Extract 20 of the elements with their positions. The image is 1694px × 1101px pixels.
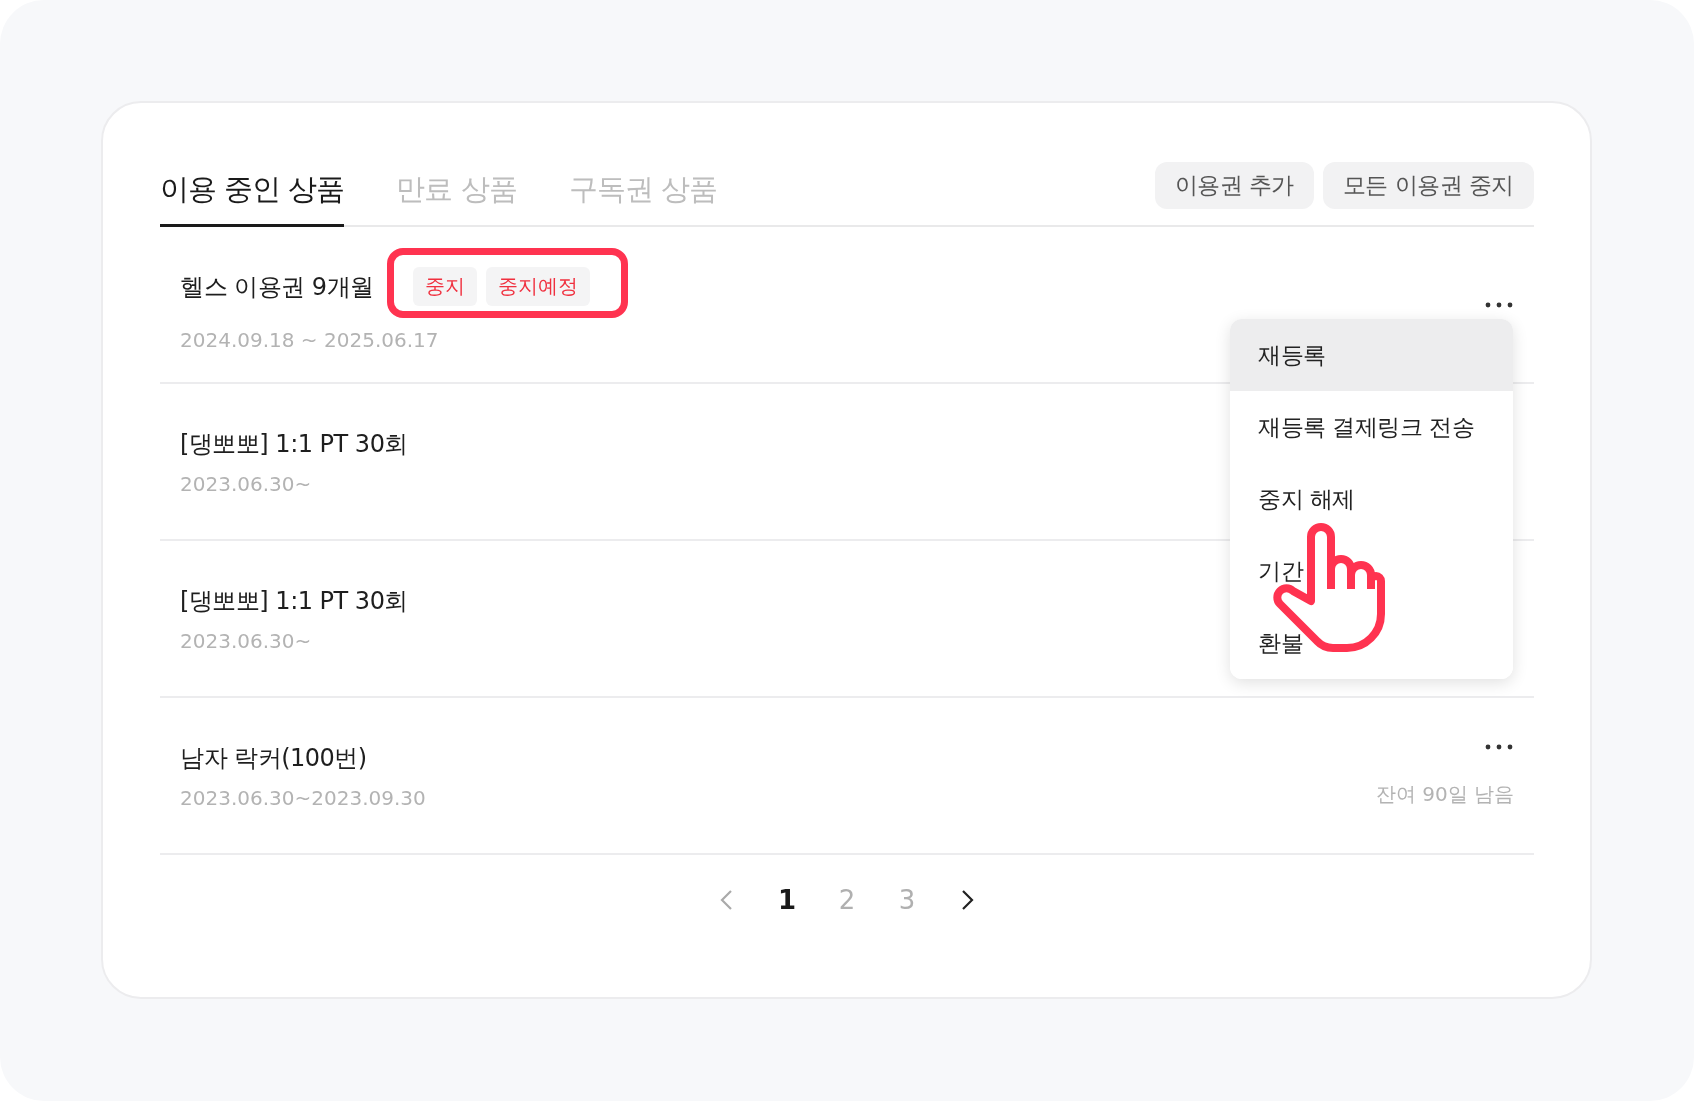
- action-button[interactable]: 모든 이용권 중지: [1322, 162, 1534, 209]
- product-name: [댕뽀뽀] 1:1 PT 30회: [180, 585, 408, 617]
- product-name: [댕뽀뽀] 1:1 PT 30회: [180, 428, 408, 460]
- action-button[interactable]: 이용권 추가: [1154, 162, 1314, 209]
- product-period: 2023.06.30~: [180, 628, 313, 653]
- page-link[interactable]: 1: [772, 885, 802, 915]
- product-period: 2024.09.18 ~ 2025.06.17: [180, 328, 440, 352]
- menu-item[interactable]: 중지 해제: [1230, 463, 1513, 535]
- status-tag: 중지예정: [485, 267, 590, 306]
- product-period: 2023.06.30~: [180, 471, 313, 496]
- more-icon[interactable]: [1484, 300, 1514, 309]
- menu-item[interactable]: 재등록 결제링크 전송: [1230, 391, 1513, 463]
- product-period: 2023.06.30~2023.09.30: [180, 785, 426, 810]
- product-name: 남자 락커(100번): [180, 742, 367, 774]
- menu-item[interactable]: 재등록: [1230, 319, 1513, 391]
- tab[interactable]: 이용 중인 상품: [160, 170, 345, 227]
- product-name: 헬스 이용권 9개월: [180, 271, 374, 303]
- more-icon[interactable]: [1484, 743, 1514, 751]
- status-tag: 중지: [412, 267, 477, 306]
- remaining-days: 잔여 90일 남음: [1375, 781, 1514, 808]
